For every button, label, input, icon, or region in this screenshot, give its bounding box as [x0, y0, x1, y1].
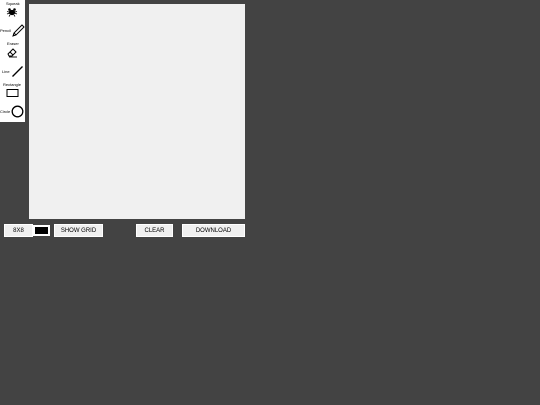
drawing-canvas[interactable] — [29, 4, 245, 219]
eraser-icon — [7, 48, 17, 58]
rectangle-icon — [6, 89, 19, 97]
circle-icon — [11, 105, 24, 118]
tool-eraser-label: Eraser — [7, 41, 19, 46]
grid-size-select[interactable]: 8X8 — [4, 224, 33, 237]
tool-pencil-label: Pencil — [0, 28, 11, 33]
tool-pencil[interactable]: Pencil — [0, 21, 25, 39]
pencil-icon — [12, 24, 25, 37]
tool-line-label: Line — [2, 69, 10, 74]
tool-line[interactable]: Line — [0, 61, 25, 81]
color-picker[interactable] — [33, 225, 50, 236]
color-picker-fill — [35, 227, 48, 234]
tool-rectangle-label: Rectangle — [3, 82, 22, 87]
clear-button[interactable]: CLEAR — [136, 224, 173, 237]
line-icon — [12, 66, 23, 77]
tool-rectangle[interactable]: Rectangle — [0, 81, 25, 100]
download-button[interactable]: DOWNLOAD — [182, 224, 245, 237]
squeak-icon — [6, 8, 18, 17]
tool-eraser[interactable]: Eraser — [0, 40, 25, 59]
tool-circle-label: Circle — [0, 109, 11, 114]
show-grid-button[interactable]: SHOW GRID — [54, 224, 103, 237]
tool-circle[interactable]: Circle — [0, 103, 25, 120]
tool-palette: Squeak Pencil Eraser Line Rectangle Circ… — [0, 0, 25, 122]
tool-squeak-label: Squeak — [6, 1, 20, 6]
tool-squeak[interactable]: Squeak — [0, 0, 25, 20]
